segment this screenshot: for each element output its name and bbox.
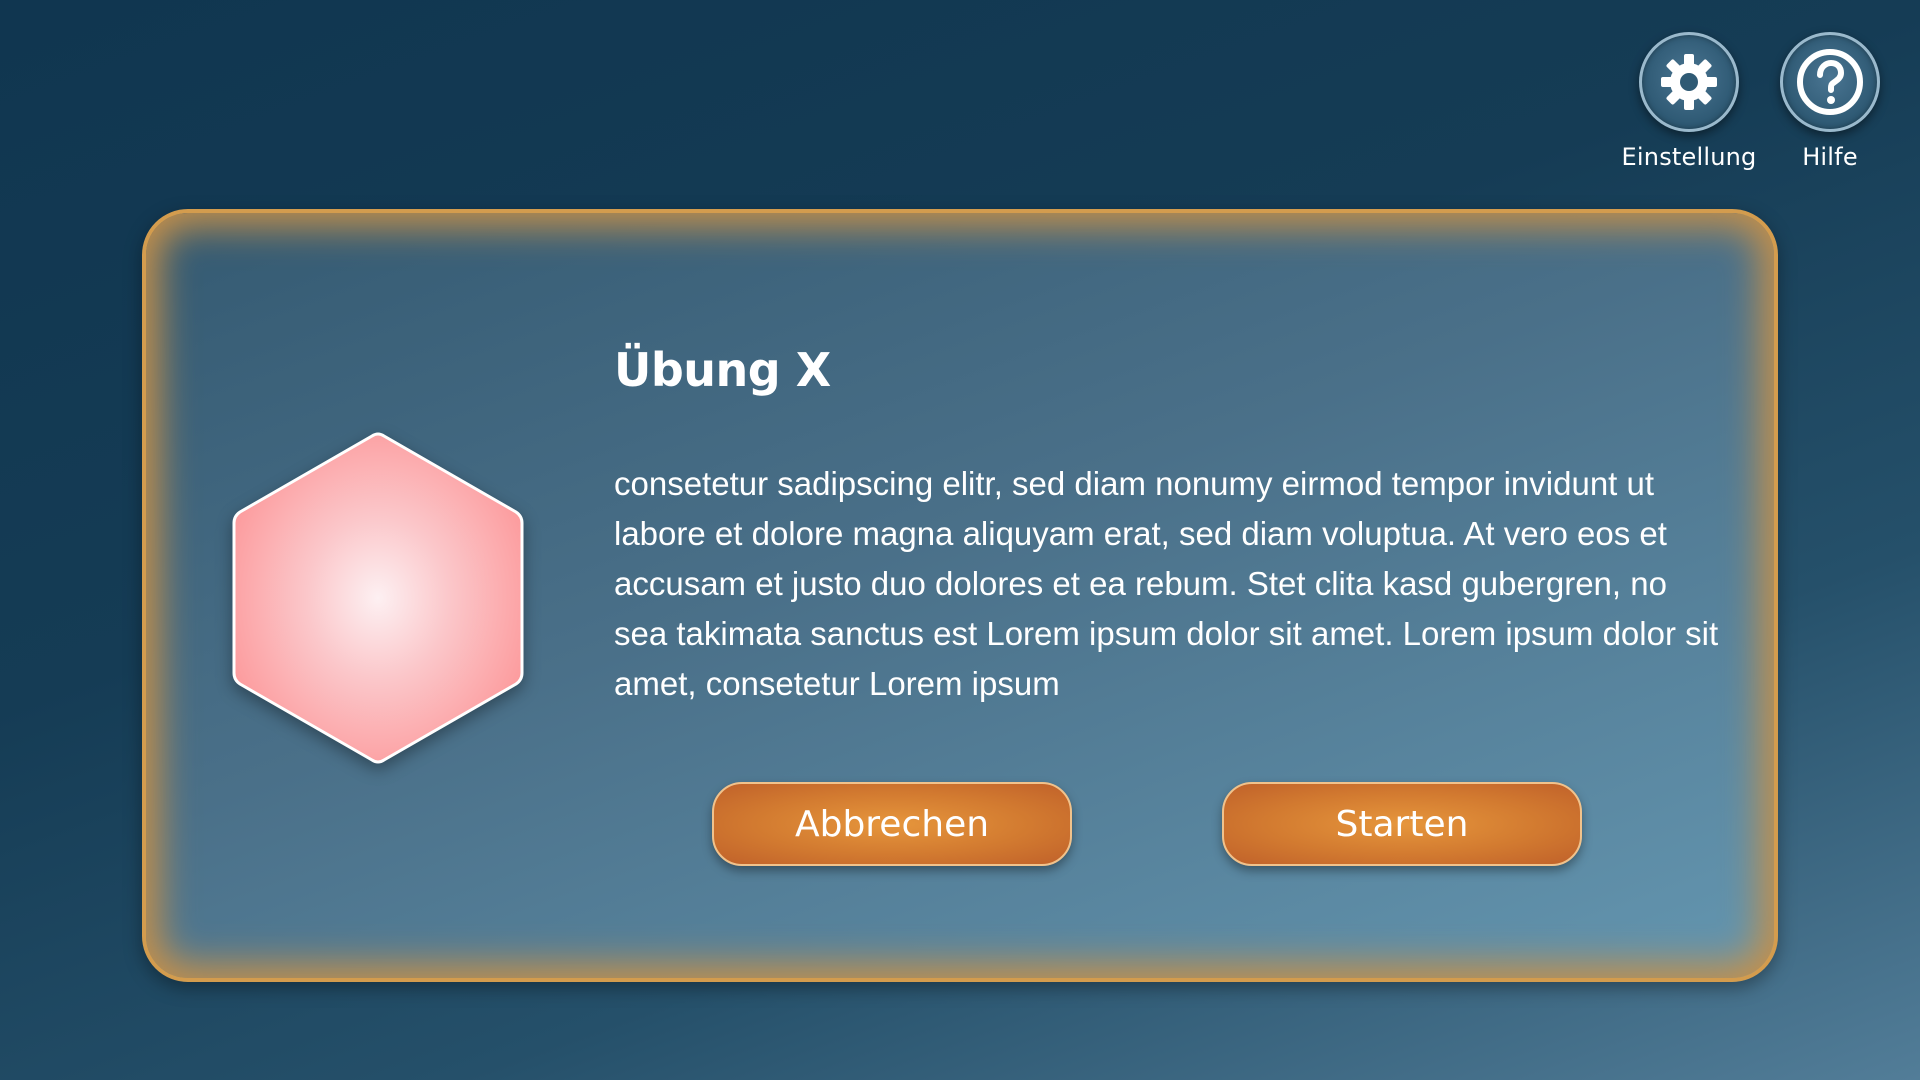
settings-label: Einstellung bbox=[1621, 143, 1757, 171]
cancel-button[interactable]: Abbrechen bbox=[712, 782, 1072, 866]
settings-button[interactable]: Einstellung bbox=[1621, 32, 1757, 171]
start-button[interactable]: Starten bbox=[1222, 782, 1582, 866]
help-icon-button[interactable] bbox=[1780, 32, 1880, 132]
exercise-title: Übung X bbox=[614, 343, 831, 397]
help-button[interactable]: Hilfe bbox=[1765, 32, 1895, 171]
exercise-description: consetetur sadipscing elitr, sed diam no… bbox=[614, 465, 1719, 702]
hexagon-icon bbox=[232, 432, 524, 764]
help-label: Hilfe bbox=[1802, 143, 1858, 171]
gear-icon bbox=[1661, 54, 1717, 110]
question-circle-icon bbox=[1797, 49, 1863, 115]
settings-icon-button[interactable] bbox=[1639, 32, 1739, 132]
exercise-dialog: Übung X consetetur sadipscing elitr, sed… bbox=[142, 209, 1778, 982]
